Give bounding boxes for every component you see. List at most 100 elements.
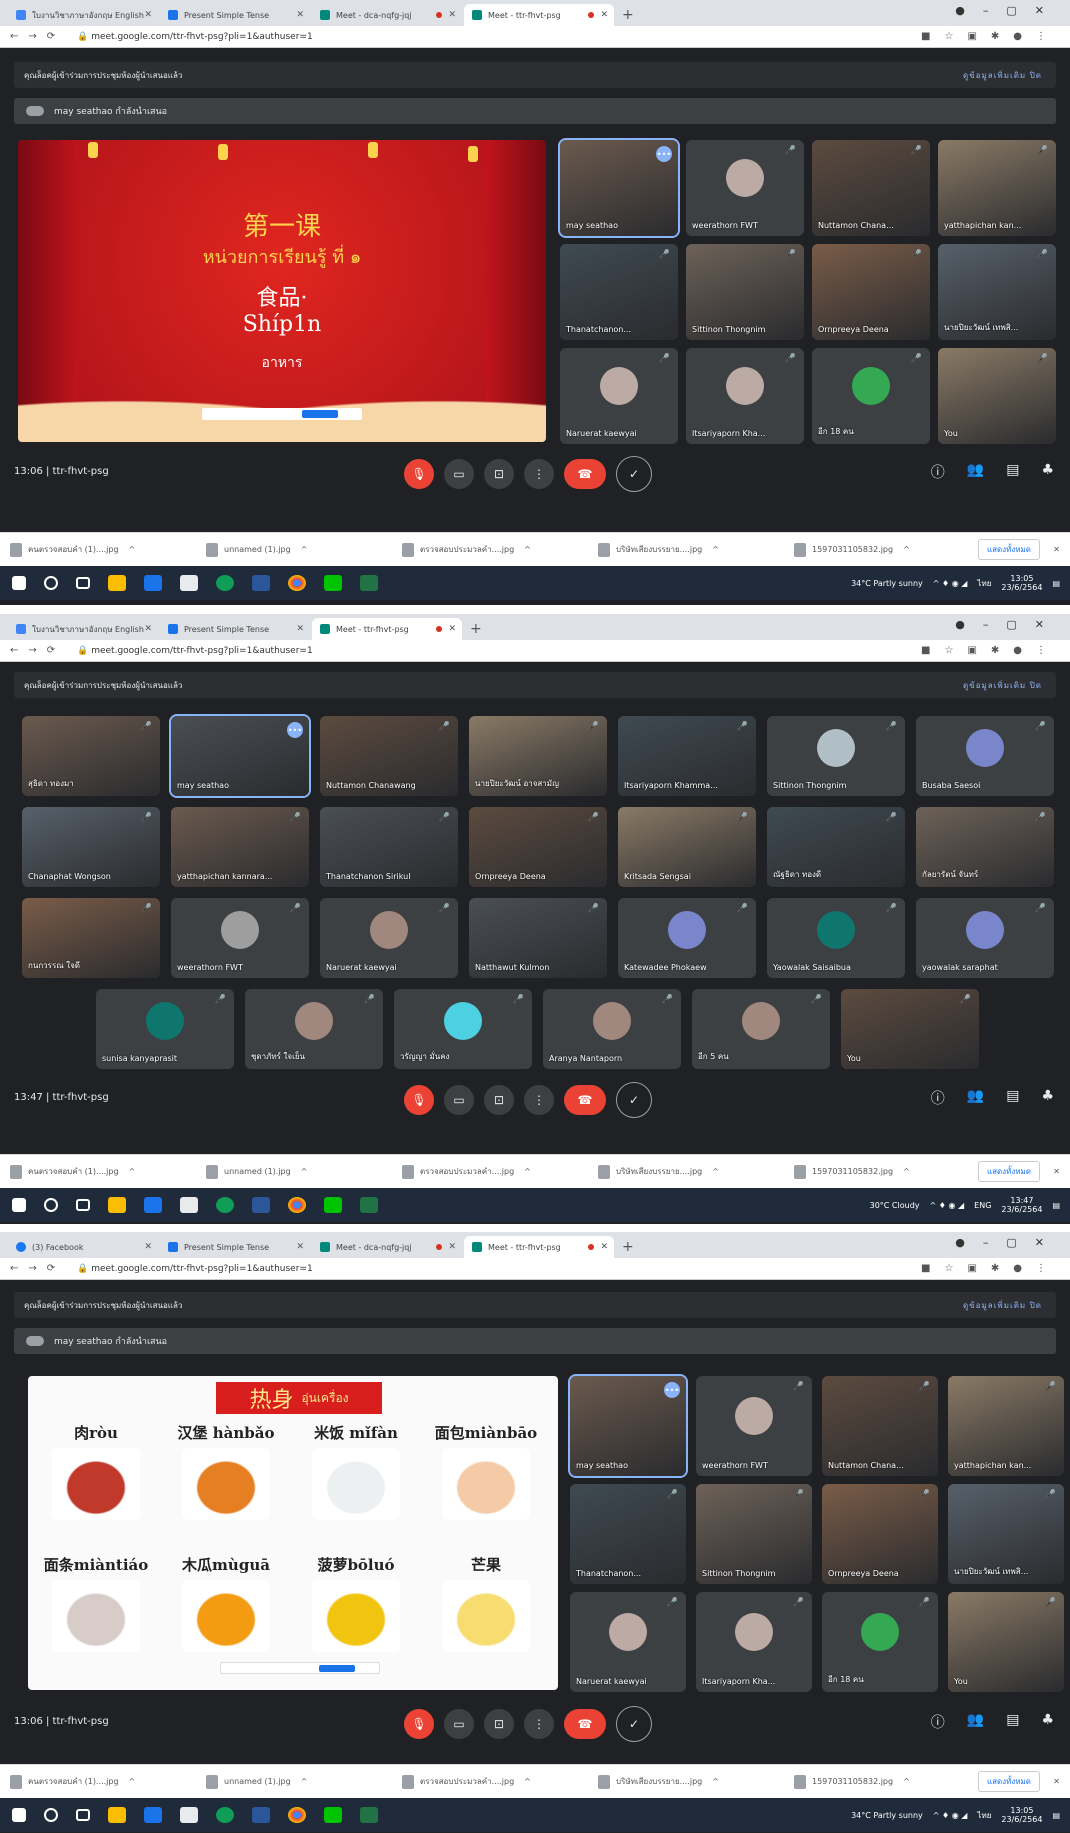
participant-tile[interactable]: 🎤 Chanaphat Wongson bbox=[22, 807, 160, 887]
more-options-icon[interactable]: ⋮ bbox=[524, 459, 554, 489]
tab-present-simple[interactable]: Present Simple Tense ✕ bbox=[160, 618, 310, 640]
participant-tile[interactable]: 🎤 อีก 18 คน bbox=[822, 1592, 938, 1692]
participant-tile[interactable]: 🎤 weerathorn FWT bbox=[696, 1376, 812, 1476]
nav-buttons[interactable]: ←→⟳ bbox=[10, 1263, 65, 1274]
participant-tile[interactable]: 🎤 Nuttamon Chanawang bbox=[320, 716, 458, 796]
participant-tile[interactable]: 🎤 สุธิดา ทองมา bbox=[22, 716, 160, 796]
participant-tile[interactable]: 🎤 You bbox=[938, 348, 1056, 444]
participant-tile[interactable]: 🎤 Sittinon Thongnim bbox=[767, 716, 905, 796]
task-view-icon[interactable] bbox=[76, 1809, 90, 1821]
present-screen-icon[interactable]: ⊡ bbox=[484, 459, 514, 489]
info-icon[interactable]: ⓘ bbox=[931, 1712, 945, 1732]
excel-icon[interactable] bbox=[360, 1807, 378, 1823]
participant-tile[interactable]: 🎤 Nuttamon Chana... bbox=[822, 1376, 938, 1476]
participant-tile[interactable]: 🎤 นายปิยะวัฒน์ อาจสามัญ bbox=[469, 716, 607, 796]
excel-icon[interactable] bbox=[360, 1197, 378, 1213]
window-controls[interactable]: ●–▢✕ bbox=[955, 1236, 1062, 1249]
weather-widget[interactable]: 30°C Cloudy bbox=[870, 1201, 920, 1210]
notification-icon[interactable]: ▤ bbox=[1052, 1201, 1060, 1210]
participant-tile[interactable]: 🎤 Yaowalak Saisaibua bbox=[767, 898, 905, 978]
show-all-button[interactable]: แสดงทั้งหมด bbox=[977, 1161, 1040, 1182]
participant-tile[interactable]: 🎤 Sittinon Thongnim bbox=[696, 1484, 812, 1584]
download-item[interactable]: คนตรวจสอบคำ (1)....jpg ^ bbox=[10, 542, 206, 557]
chevron-up-icon[interactable]: ^ bbox=[524, 1777, 531, 1786]
clock[interactable]: 13:05 23/6/2564 bbox=[1001, 1806, 1042, 1824]
banner-links[interactable]: ดูข้อมูลเพิ่มเติม ปิด bbox=[963, 1299, 1042, 1312]
effects-icon[interactable]: ✓ bbox=[616, 456, 652, 492]
info-icon[interactable]: ⓘ bbox=[931, 1088, 945, 1108]
mic-off-icon[interactable]: 🎙 bbox=[404, 1709, 434, 1739]
store-icon[interactable] bbox=[180, 575, 198, 591]
url-field[interactable]: meet.google.com/ttr-fhvt-psg?pli=1&authu… bbox=[91, 646, 312, 656]
present-screen-icon[interactable]: ⊡ bbox=[484, 1709, 514, 1739]
new-tab-button[interactable]: + bbox=[470, 621, 482, 637]
participant-tile[interactable]: ••• may seathao bbox=[169, 714, 311, 798]
chevron-up-icon[interactable]: ^ bbox=[301, 1777, 308, 1786]
tray-icons[interactable]: ^ ♦ ◉ ◢ bbox=[933, 1811, 968, 1820]
participant-tile[interactable]: 🎤 Katewadee Phokaew bbox=[618, 898, 756, 978]
camera-icon[interactable]: ▭ bbox=[444, 459, 474, 489]
participant-tile[interactable]: 🎤 yatthapichan kan... bbox=[948, 1376, 1064, 1476]
tab-worksheet[interactable]: ใบงานวิชาภาษาอังกฤษ English ✕ bbox=[8, 618, 158, 640]
url-field[interactable]: meet.google.com/ttr-fhvt-psg?pli=1&authu… bbox=[91, 1264, 312, 1274]
explorer-icon[interactable] bbox=[108, 575, 126, 591]
line-icon[interactable] bbox=[324, 1807, 342, 1823]
tab-facebook[interactable]: (3) Facebook ✕ bbox=[8, 1236, 158, 1258]
more-options-icon[interactable]: ⋮ bbox=[524, 1085, 554, 1115]
mail-icon[interactable] bbox=[144, 575, 162, 591]
clock[interactable]: 13:05 23/6/2564 bbox=[1001, 574, 1042, 592]
excel-icon[interactable] bbox=[360, 575, 378, 591]
task-view-icon[interactable] bbox=[76, 1199, 90, 1211]
participant-tile[interactable]: 🎤 กัลยารัตน์ จันทร์ bbox=[916, 807, 1054, 887]
store-icon[interactable] bbox=[180, 1197, 198, 1213]
extension-icons[interactable]: ■☆▣✱●⋮ bbox=[921, 645, 1060, 656]
more-options-icon[interactable]: ⋮ bbox=[524, 1709, 554, 1739]
participant-tile[interactable]: 🎤 Naruerat kaewyai bbox=[320, 898, 458, 978]
chevron-up-icon[interactable]: ^ bbox=[712, 545, 719, 554]
windows-start-icon[interactable] bbox=[12, 1198, 26, 1212]
participant-tile[interactable]: 🎤 Naruerat kaewyai bbox=[570, 1592, 686, 1692]
edge-icon[interactable] bbox=[216, 1807, 234, 1823]
participant-tile[interactable]: ••• may seathao bbox=[568, 1374, 688, 1478]
weather-widget[interactable]: 34°C Partly sunny bbox=[851, 1811, 923, 1820]
new-tab-button[interactable]: + bbox=[622, 7, 634, 23]
edge-icon[interactable] bbox=[216, 1197, 234, 1213]
camera-icon[interactable]: ▭ bbox=[444, 1085, 474, 1115]
participant-tile[interactable]: 🎤 Itsariyaporn Khamma... bbox=[618, 716, 756, 796]
chevron-up-icon[interactable]: ^ bbox=[129, 1167, 136, 1176]
participant-tile[interactable]: 🎤 Naruerat kaewyai bbox=[560, 348, 678, 444]
close-icon[interactable]: ✕ bbox=[1053, 545, 1060, 554]
search-icon[interactable] bbox=[44, 1808, 58, 1822]
people-icon[interactable]: 👥 bbox=[967, 462, 984, 482]
download-item[interactable]: 1597031105832.jpg ^ bbox=[794, 1774, 990, 1789]
notification-icon[interactable]: ▤ bbox=[1052, 1811, 1060, 1820]
download-item[interactable]: บริษัทเสียงบรรยาย....jpg ^ bbox=[598, 542, 794, 557]
word-icon[interactable] bbox=[252, 1197, 270, 1213]
download-item[interactable]: คนตรวจสอบคำ (1)....jpg ^ bbox=[10, 1164, 206, 1179]
participant-tile[interactable]: 🎤 Ornpreeya Deena bbox=[469, 807, 607, 887]
chevron-up-icon[interactable]: ^ bbox=[903, 1777, 910, 1786]
participant-tile[interactable]: 🎤 ณัฐธิดา ทองดี bbox=[767, 807, 905, 887]
banner-links[interactable]: ดูข้อมูลเพิ่มเติม ปิด bbox=[963, 679, 1042, 692]
clock[interactable]: 13:47 23/6/2564 bbox=[1001, 1196, 1042, 1214]
notification-icon[interactable]: ▤ bbox=[1052, 579, 1060, 588]
mail-icon[interactable] bbox=[144, 1807, 162, 1823]
chevron-up-icon[interactable]: ^ bbox=[301, 545, 308, 554]
chevron-up-icon[interactable]: ^ bbox=[301, 1167, 308, 1176]
participant-tile[interactable]: 🎤 sunisa kanyaprasit bbox=[96, 989, 234, 1069]
participant-tile[interactable]: 🎤 ชุดาภัทร์ ใจเย็น bbox=[245, 989, 383, 1069]
show-all-button[interactable]: แสดงทั้งหมด bbox=[977, 1771, 1040, 1792]
chevron-up-icon[interactable]: ^ bbox=[129, 1777, 136, 1786]
end-call-icon[interactable]: ☎ bbox=[564, 1709, 606, 1739]
close-icon[interactable]: ✕ bbox=[296, 1242, 304, 1252]
nav-buttons[interactable]: ←→⟳ bbox=[10, 645, 65, 656]
chevron-up-icon[interactable]: ^ bbox=[903, 545, 910, 554]
end-call-icon[interactable]: ☎ bbox=[564, 459, 606, 489]
download-item[interactable]: บริษัทเสียงบรรยาย....jpg ^ bbox=[598, 1164, 794, 1179]
chat-icon[interactable]: ▤ bbox=[1006, 1088, 1019, 1108]
tab-meet-ttr[interactable]: Meet - ttr-fhvt-psg ✕ bbox=[464, 4, 614, 26]
explorer-icon[interactable] bbox=[108, 1807, 126, 1823]
effects-icon[interactable]: ✓ bbox=[616, 1082, 652, 1118]
end-call-icon[interactable]: ☎ bbox=[564, 1085, 606, 1115]
close-icon[interactable]: ✕ bbox=[144, 624, 152, 634]
